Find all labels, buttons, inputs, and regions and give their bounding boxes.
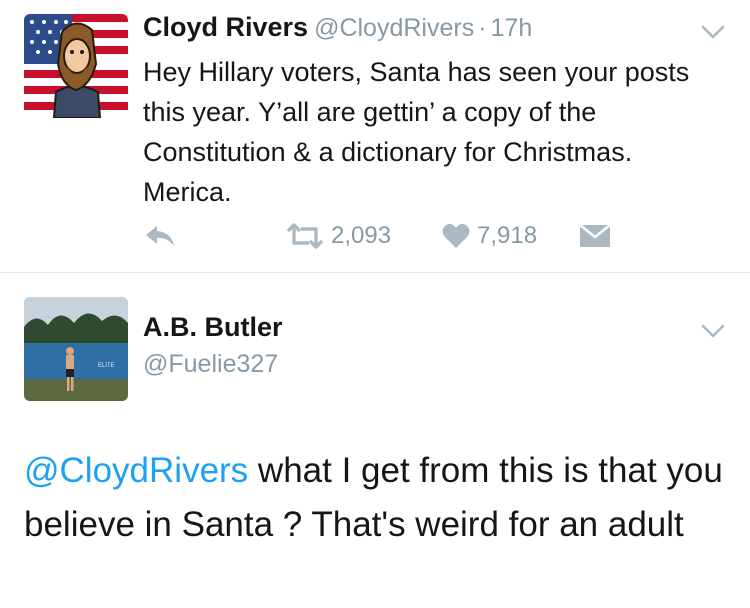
tweet-actions: 2,093 7,918	[143, 218, 643, 254]
chevron-down-icon[interactable]	[700, 24, 726, 40]
retweet-button[interactable]: 2,093	[285, 218, 391, 254]
tweet-header: Cloyd Rivers @CloydRivers · 17h	[143, 12, 532, 43]
reply-button[interactable]	[143, 218, 177, 254]
retweet-icon	[286, 223, 324, 249]
envelope-icon	[579, 224, 611, 247]
avatar-image	[24, 14, 128, 118]
retweet-count: 2,093	[331, 222, 392, 249]
svg-text:ELITE: ELITE	[98, 363, 115, 369]
like-button[interactable]: 7,918	[441, 218, 537, 254]
reply-text: @CloydRivers what I get from this is tha…	[24, 444, 724, 552]
heart-icon	[442, 223, 470, 248]
timestamp[interactable]: 17h	[491, 14, 533, 42]
mention-link[interactable]: @CloydRivers	[24, 451, 248, 490]
display-name[interactable]: Cloyd Rivers	[143, 12, 308, 42]
reply-icon	[146, 226, 174, 246]
username[interactable]: @CloydRivers	[314, 14, 474, 42]
tweet-cloyd-rivers[interactable]: Cloyd Rivers @CloydRivers · 17h Hey Hillary…	[0, 0, 750, 273]
direct-message-button[interactable]	[579, 218, 611, 254]
reply-display-name[interactable]: A.B. Butler	[143, 312, 283, 343]
tweet-text: Hey Hillary voters, Santa has seen your …	[143, 57, 690, 207]
chevron-down-icon[interactable]	[700, 323, 726, 339]
avatar-cloyd-rivers[interactable]	[24, 14, 128, 118]
like-count: 7,918	[477, 222, 538, 249]
avatar-ab-butler[interactable]: ELITE	[24, 297, 128, 401]
avatar-image: ELITE	[24, 297, 128, 401]
separator-dot: ·	[478, 14, 487, 42]
reply-username[interactable]: @Fuelie327	[143, 350, 278, 379]
